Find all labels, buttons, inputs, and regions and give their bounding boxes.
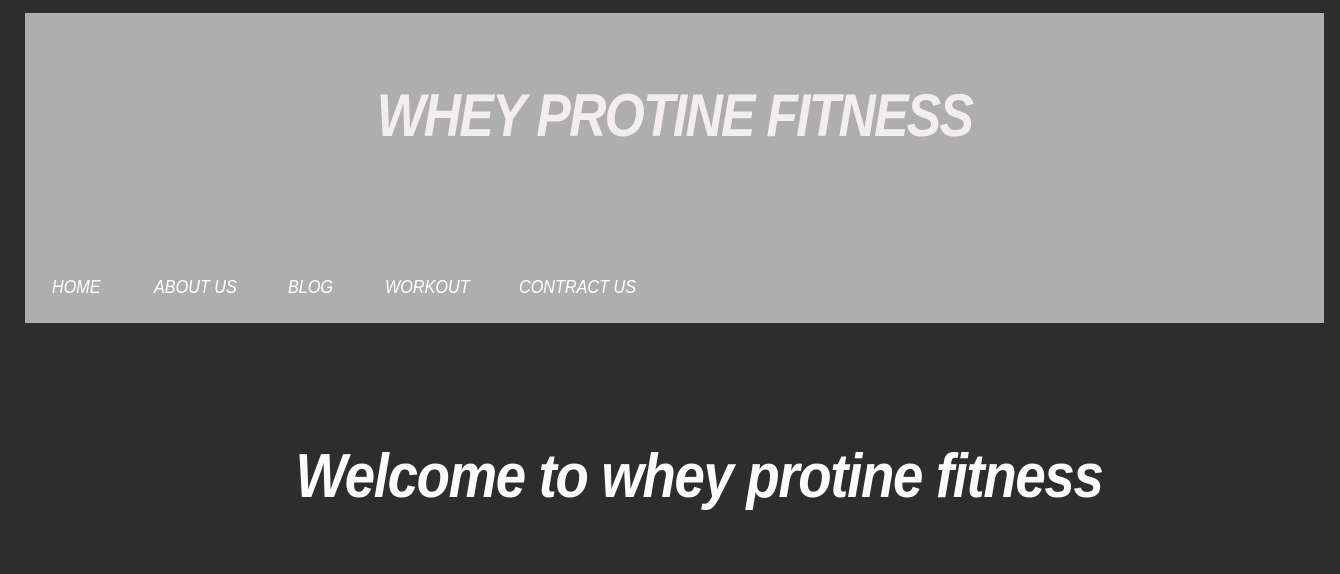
welcome-heading: Welcome to whey protine fitness: [295, 442, 1104, 511]
nav-item-blog[interactable]: BLOG: [288, 275, 375, 299]
nav-item-home[interactable]: HOME: [52, 275, 144, 299]
site-title: WHEY PROTINE FITNESS: [376, 82, 974, 149]
main-nav: HOME ABOUT US BLOG WORKOUT CONTRACT US: [52, 275, 659, 299]
nav-item-about-us[interactable]: ABOUT US: [154, 275, 275, 299]
site-header: WHEY PROTINE FITNESS HOME ABOUT US BLOG …: [25, 13, 1324, 323]
nav-item-workout[interactable]: WORKOUT: [385, 275, 506, 299]
nav-item-contract-us[interactable]: CONTRACT US: [519, 275, 645, 299]
